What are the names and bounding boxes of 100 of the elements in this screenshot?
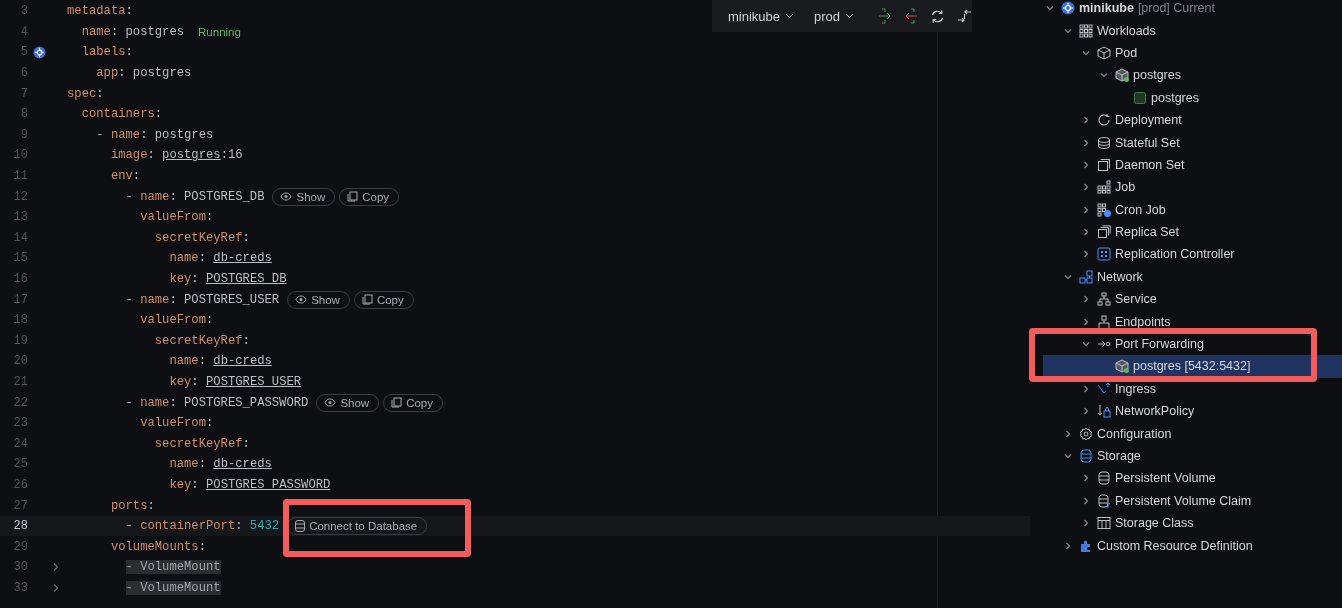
tree-item[interactable]: Pod: [1030, 41, 1138, 65]
code-line: volumeMounts:: [109, 539, 206, 554]
line-number: 25: [12, 457, 28, 472]
chevron-icon[interactable]: [1081, 473, 1091, 484]
cube-icon: [1115, 359, 1129, 374]
status-label: Running: [198, 25, 241, 38]
tree-item[interactable]: Job: [1030, 176, 1136, 199]
line-number: 29: [12, 539, 28, 554]
chevron-icon[interactable]: [1081, 137, 1091, 148]
code-line: metadata:: [67, 4, 133, 19]
wheel-icon[interactable]: [32, 46, 46, 59]
chevron-icon[interactable]: [1081, 518, 1091, 529]
chevron-icon[interactable]: [1063, 428, 1073, 439]
square-icon: [1133, 90, 1147, 105]
line-number: 21: [12, 375, 28, 389]
eye-icon: [295, 295, 308, 305]
copy-icon: [391, 397, 403, 409]
tree-item[interactable]: Persistent Volume: [1030, 467, 1216, 490]
stack-icon: [1097, 225, 1111, 240]
database-icon: [1097, 493, 1111, 508]
code-line: labels:: [80, 45, 133, 60]
tree-item[interactable]: Custom Resource Definition: [1030, 534, 1253, 557]
chevron-icon[interactable]: [1081, 159, 1091, 170]
code-line: name: db-creds: [168, 251, 272, 266]
tree-item[interactable]: Service: [1030, 288, 1157, 311]
eye-icon: [280, 192, 293, 202]
chevron-icon[interactable]: [52, 562, 60, 573]
code-line: image: postgres:16: [109, 148, 243, 163]
copy-icon: [347, 191, 359, 203]
tree-item[interactable]: Endpoints: [1030, 310, 1171, 333]
tree-item[interactable]: Daemon Set: [1030, 153, 1185, 177]
line-number: 16: [12, 272, 28, 286]
grid-icon: [1097, 180, 1111, 195]
line-number: 6: [19, 66, 28, 81]
tree-item[interactable]: Persistent Volume Claim: [1030, 489, 1252, 512]
line-number: 8: [19, 107, 28, 122]
database-icon: [295, 520, 306, 533]
line-number: 24: [12, 436, 28, 451]
line-number: 17: [12, 292, 28, 307]
chevron-icon[interactable]: [1081, 182, 1091, 193]
code-line: app: postgres: [95, 66, 192, 81]
chevron-icon[interactable]: [52, 582, 60, 593]
tree-item[interactable]: Network: [1030, 265, 1143, 289]
chevron-icon[interactable]: [1063, 540, 1073, 551]
line-number: 26: [12, 477, 28, 492]
line-number: 30: [12, 560, 28, 575]
cylinder-icon: [1097, 135, 1111, 150]
tree-item[interactable]: postgres [5432:5432]: [1043, 355, 1342, 378]
line-number: 19: [12, 333, 28, 348]
code-line: - containerPort: 5432: [124, 519, 280, 534]
copy-icon: [361, 294, 373, 306]
puzzle-icon: [1079, 538, 1093, 553]
cube-icon: [1115, 68, 1129, 83]
tree-item[interactable]: Configuration: [1030, 422, 1172, 445]
tree-item[interactable]: Ingress: [1030, 377, 1156, 401]
line-number: 22: [12, 395, 28, 410]
tree-item[interactable]: Cron Job: [1030, 198, 1166, 221]
database-icon: [1097, 471, 1111, 486]
tree-item[interactable]: postgres: [1030, 64, 1181, 87]
line-number: 5: [19, 45, 28, 60]
tree-item[interactable]: Storage Class: [1030, 512, 1194, 535]
refresh-icon: [1097, 113, 1111, 128]
tree-item[interactable]: Storage: [1030, 444, 1141, 468]
tree-item[interactable]: postgres: [1030, 86, 1199, 109]
code-line: secretKeyRef:: [153, 333, 250, 348]
context-dropdown[interactable]: minikube: [728, 8, 801, 24]
line-number: 9: [19, 127, 28, 142]
database-icon: [1079, 449, 1093, 463]
grid-icon: [1079, 23, 1093, 38]
line-number: 11: [12, 169, 28, 184]
tree-item[interactable]: Replica Set: [1030, 220, 1179, 244]
caret-icon: [845, 13, 855, 19]
line-number: 12: [12, 189, 28, 204]
code-line: key: POSTGRES_USER: [168, 375, 302, 389]
chevron-icon[interactable]: [1081, 249, 1091, 260]
tree-item[interactable]: Stateful Set: [1030, 131, 1180, 154]
chevron-icon[interactable]: [1081, 406, 1091, 417]
tree-item[interactable]: minikube [prod] Current: [1030, 0, 1215, 20]
tree-item[interactable]: NetworkPolicy: [1030, 400, 1195, 423]
chevron-icon[interactable]: [1081, 227, 1091, 238]
code-line: secretKeyRef:: [153, 230, 250, 245]
code-line: secretKeyRef:: [153, 436, 250, 451]
line-number: 3: [19, 4, 28, 19]
tree-item[interactable]: Deployment: [1030, 108, 1182, 132]
network-icon: [1079, 269, 1093, 284]
line-number: 28: [12, 519, 28, 534]
chevron-icon[interactable]: [1063, 451, 1073, 461]
chevron-icon[interactable]: [1081, 115, 1091, 126]
tree-item[interactable]: Workloads: [1030, 19, 1156, 42]
arrows-icon: [1097, 381, 1111, 396]
code-line: env:: [109, 169, 141, 184]
chevron-icon[interactable]: [1081, 316, 1091, 327]
code-line: - name: postgres: [95, 127, 214, 142]
chevron-icon[interactable]: [1081, 383, 1091, 394]
chevron-icon[interactable]: [1081, 204, 1091, 215]
tree-item[interactable]: Replication Controller: [1030, 243, 1235, 266]
context-dropdown[interactable]: prod: [814, 8, 861, 24]
code-line: valueFrom:: [139, 313, 214, 328]
chevron-icon[interactable]: [1081, 495, 1091, 506]
chevron-icon[interactable]: [1081, 294, 1091, 305]
